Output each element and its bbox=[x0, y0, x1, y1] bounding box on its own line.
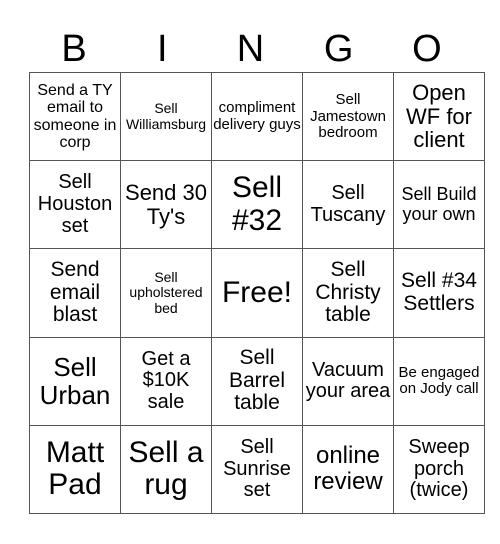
bingo-cell[interactable]: Matt Pad bbox=[29, 424, 121, 515]
bingo-header: B I N G O bbox=[30, 22, 471, 72]
board-row: Send email blast Sell upholstered bed Fr… bbox=[29, 248, 485, 338]
bingo-board: Send a TY email to someone in corp Sell … bbox=[29, 71, 485, 515]
bingo-cell[interactable]: Sell #32 bbox=[211, 160, 303, 250]
bingo-cell[interactable]: Sell Houston set bbox=[29, 160, 121, 250]
bingo-cell free-space[interactable]: Free! bbox=[211, 248, 303, 338]
board-row: Sell Houston set Send 30 Ty's Sell #32 S… bbox=[29, 160, 485, 250]
bingo-cell[interactable]: Vacuum your area bbox=[302, 336, 394, 426]
bingo-cell[interactable]: Send 30 Ty's bbox=[120, 160, 212, 250]
bingo-cell[interactable]: Sweep porch (twice) bbox=[393, 424, 485, 515]
bingo-cell[interactable]: Be engaged on Jody call bbox=[393, 336, 485, 426]
bingo-cell[interactable]: Send email blast bbox=[29, 248, 121, 338]
bingo-cell[interactable]: Sell upholstered bed bbox=[120, 248, 212, 338]
bingo-cell[interactable]: Sell Barrel table bbox=[211, 336, 303, 426]
bingo-cell[interactable]: Sell Tuscany bbox=[302, 160, 394, 250]
header-letter-i: I bbox=[157, 28, 168, 70]
bingo-cell[interactable]: Sell Sunrise set bbox=[211, 424, 303, 515]
bingo-cell[interactable]: Sell Christy table bbox=[302, 248, 394, 338]
board-row: Send a TY email to someone in corp Sell … bbox=[29, 71, 485, 162]
bingo-cell[interactable]: Sell #34 Settlers bbox=[393, 248, 485, 338]
bingo-cell[interactable]: compliment delivery guys bbox=[211, 71, 303, 162]
board-row: Matt Pad Sell a rug Sell Sunrise set onl… bbox=[29, 424, 485, 515]
header-letter-b: B bbox=[61, 28, 87, 70]
header-letter-o: O bbox=[412, 28, 442, 70]
bingo-cell[interactable]: Sell Urban bbox=[29, 336, 121, 426]
bingo-cell[interactable]: Sell a rug bbox=[120, 424, 212, 515]
bingo-cell[interactable]: Get a $10K sale bbox=[120, 336, 212, 426]
bingo-cell[interactable]: Send a TY email to someone in corp bbox=[29, 71, 121, 162]
board-row: Sell Urban Get a $10K sale Sell Barrel t… bbox=[29, 336, 485, 426]
bingo-cell[interactable]: Sell Jamestown bedroom bbox=[302, 71, 394, 162]
bingo-cell[interactable]: Sell Build your own bbox=[393, 160, 485, 250]
bingo-cell[interactable]: Sell Williamsburg bbox=[120, 71, 212, 162]
header-letter-n: N bbox=[236, 28, 265, 70]
bingo-cell[interactable]: online review bbox=[302, 424, 394, 515]
bingo-cell[interactable]: Open WF for client bbox=[393, 71, 485, 162]
header-letter-g: G bbox=[323, 28, 354, 70]
